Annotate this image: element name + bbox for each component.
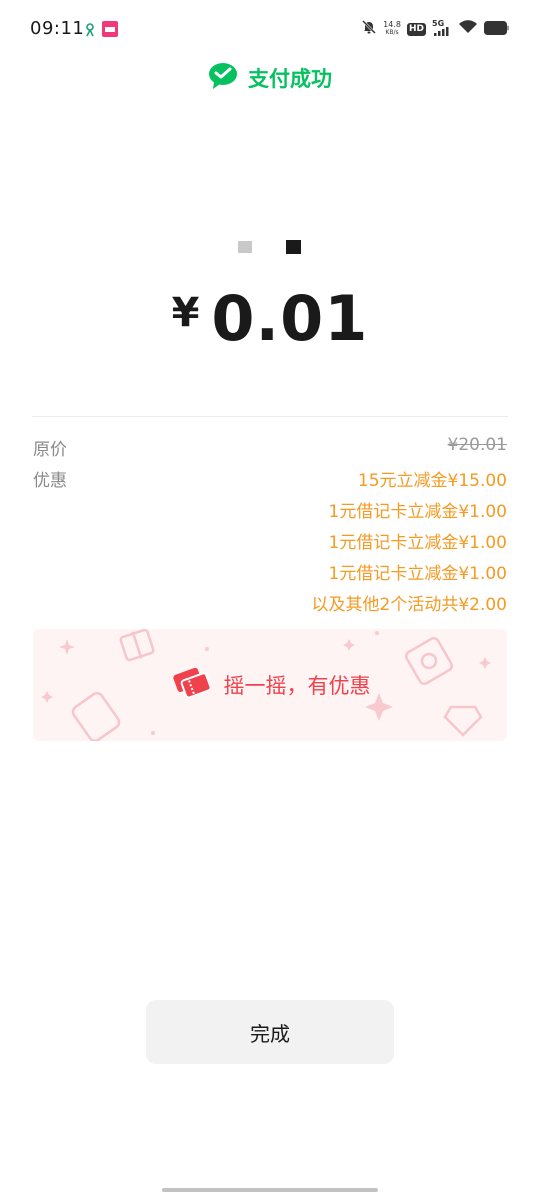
status-left-icons [84,21,118,41]
net-speed: 14.8 KB/s [383,21,401,37]
shake-promo-banner[interactable]: 摇一摇，有优惠 [33,629,507,741]
discount-item: 1元借记卡立减金¥1.00 [328,502,507,522]
hd-badge: HD [406,22,426,36]
app-notification-icon [102,21,118,41]
divider [32,416,508,417]
original-price-value: ¥20.01 [447,435,507,455]
shake-label: 摇一摇，有优惠 [223,674,371,698]
wechat-pay-icon [208,62,238,94]
payment-amount: ¥0.01 [0,282,540,355]
status-bar: 09:11 14.8 KB/s HD 5G [0,0,540,58]
discount-item: 1元借记卡立减金¥1.00 [328,533,507,553]
battery-icon [484,20,510,39]
done-button[interactable]: 完成 [146,1000,394,1064]
shake-content: 摇一摇，有优惠 [33,629,507,741]
mute-bell-icon [361,19,377,39]
page-title: 支付成功 [248,67,332,91]
amount-value: 0.01 [211,282,369,355]
wifi-icon [458,19,478,39]
discount-label: 优惠 [33,471,67,491]
carrier-icon [84,22,96,41]
currency-symbol: ¥ [171,290,200,336]
status-time: 09:11 [30,18,85,39]
discount-item: 1元借记卡立减金¥1.00 [328,564,507,584]
net-speed-unit: KB/s [385,29,399,36]
original-price-label: 原价 [33,440,67,460]
net-speed-value: 14.8 [383,20,401,29]
home-indicator[interactable] [162,1188,378,1192]
status-right: 14.8 KB/s HD 5G [361,19,510,39]
merchant-logo [238,239,302,255]
discount-summary: 以及其他2个活动共¥2.00 [311,595,507,615]
payment-success-header: 支付成功 [0,62,540,94]
signal-strength-icon: 5G [432,19,452,37]
shake-ticket-icon [170,662,212,708]
discount-item: 15元立减金¥15.00 [357,471,507,491]
